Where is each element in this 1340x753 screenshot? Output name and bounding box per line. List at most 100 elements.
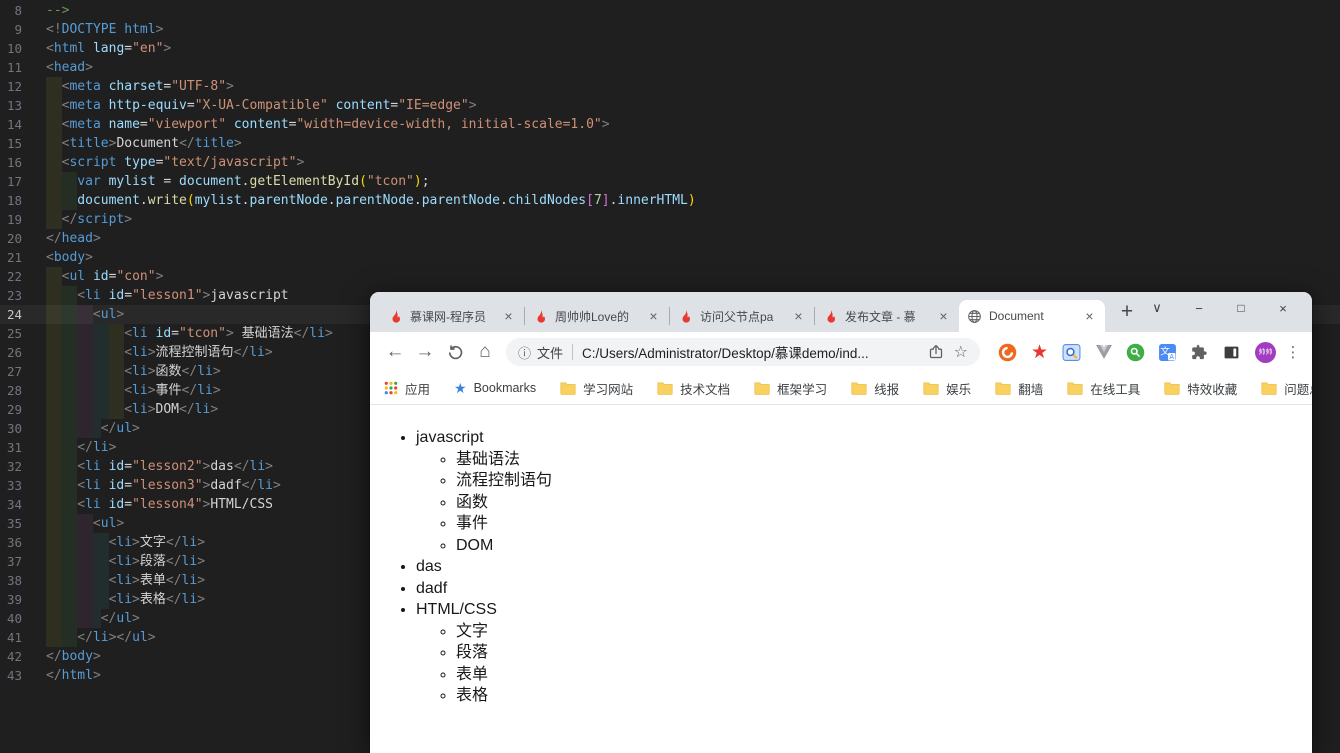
indent-guide (61, 609, 78, 628)
indent-guide (61, 172, 78, 191)
indent-guide (46, 286, 62, 305)
code-line[interactable]: 8 --> (0, 1, 1340, 20)
line-number: 33 (6, 478, 22, 493)
green-search-extension-icon[interactable] (1126, 343, 1145, 362)
line-number: 23 (6, 288, 22, 303)
browser-tab[interactable]: 发布文章 - 慕 × (815, 300, 959, 332)
code-line[interactable]: 14 <meta name="viewport" content="width=d… (0, 115, 1340, 134)
indent-guide (61, 343, 78, 362)
back-button[interactable]: ← (380, 337, 410, 367)
code-line[interactable]: 18 document.write(mylist.parentNode.paren… (0, 191, 1340, 210)
code-line[interactable]: 22 <ul id="con"> (0, 267, 1340, 286)
bookmark-label: 在线工具 (1090, 382, 1141, 397)
window-controls: ∨ − □ × (1136, 295, 1304, 321)
translate-extension-icon[interactable]: 文A (1158, 343, 1177, 362)
bookmark-item[interactable]: 学习网站 (560, 379, 633, 398)
profile-avatar[interactable]: 帅帅 (1255, 341, 1276, 363)
bookmark-item[interactable]: 应用 (384, 379, 430, 398)
reload-icon (448, 344, 462, 359)
bookmark-items: 应用 ★ Bookmarks 学习网站 技术文档 框架学习 线报 娱乐 翻墙 在线工具 特效收藏 问题… (384, 379, 1312, 398)
url-text[interactable]: C:/Users/Administrator/Desktop/慕课demo/in… (582, 342, 869, 362)
code-line[interactable]: 20 </head> (0, 229, 1340, 248)
code-line[interactable]: 9 <!DOCTYPE html> (0, 20, 1340, 39)
browser-tab-active[interactable]: Document × (959, 300, 1105, 332)
page-list-item: 基础语法 (456, 449, 1312, 471)
page-list-item: 文字 (456, 621, 1312, 643)
menu-dots-icon[interactable]: ⋮ (1284, 343, 1302, 361)
maximize-button[interactable]: □ (1220, 295, 1262, 321)
address-bar[interactable]: ⓘ 文件 C:/Users/Administrator/Desktop/慕课de… (506, 338, 980, 366)
minimize-button[interactable]: − (1178, 295, 1220, 321)
indent-guide (46, 438, 62, 457)
close-button[interactable]: × (1262, 295, 1304, 321)
code-line[interactable]: 17 var mylist = document.getElementById("… (0, 172, 1340, 191)
line-number: 42 (6, 649, 22, 664)
code-line[interactable]: 16 <script type="text/javascript"> (0, 153, 1340, 172)
extensions-puzzle-icon[interactable] (1190, 343, 1209, 362)
bookmark-item[interactable]: 问题总结 (1261, 379, 1312, 398)
indent-guide (46, 343, 62, 362)
bookmark-item[interactable]: 娱乐 (923, 379, 971, 398)
indent-guide (108, 343, 125, 362)
tab-capture-extension-icon[interactable] (1222, 343, 1241, 362)
red-star-extension-icon[interactable]: ★ (1030, 343, 1049, 362)
share-icon[interactable] (928, 344, 944, 360)
page-list-item: 段落 (456, 642, 1312, 664)
tabs: 慕课网-程序员 × 周帅帅Love的 × 访问父节点pa × 发布文章 - 慕 × Docume… (380, 300, 1105, 332)
bookmark-label: 特效收藏 (1187, 382, 1238, 397)
code-line[interactable]: 13 <meta http-equiv="X-UA-Compatible" con… (0, 96, 1340, 115)
folder-icon (754, 381, 770, 395)
tab-title: 慕课网-程序员 (410, 309, 486, 324)
indent-guide (92, 533, 109, 552)
indent-guide (46, 628, 62, 647)
indent-guide (61, 305, 78, 324)
line-number: 29 (6, 402, 22, 417)
indent-guide (92, 609, 101, 628)
indent-guide (77, 419, 93, 438)
code-text: </html> (46, 668, 101, 683)
bookmark-item[interactable]: 特效收藏 (1164, 379, 1237, 398)
blue-devtool-extension-icon[interactable] (1062, 343, 1081, 362)
code-line[interactable]: 10 <html lang="en"> (0, 39, 1340, 58)
bookmark-item[interactable]: 框架学习 (754, 379, 827, 398)
orange-circle-extension-icon[interactable] (998, 343, 1017, 362)
tab-close-icon[interactable]: × (646, 308, 661, 324)
bookmark-item[interactable]: 技术文档 (657, 379, 730, 398)
indent-guide (61, 438, 78, 457)
tab-close-icon[interactable]: × (1082, 308, 1097, 324)
page-list-item: 事件 (456, 513, 1312, 535)
bookmark-star-icon[interactable]: ☆ (954, 342, 968, 362)
code-line[interactable]: 11 <head> (0, 58, 1340, 77)
reload-button[interactable] (440, 337, 470, 367)
tab-close-icon[interactable]: × (501, 308, 516, 324)
tab-close-icon[interactable]: × (791, 308, 806, 324)
page-list-item: dadf (416, 578, 1312, 600)
vue-gray-extension-icon[interactable] (1094, 343, 1113, 362)
indent-guide (77, 381, 93, 400)
browser-tab[interactable]: 慕课网-程序员 × (380, 300, 524, 332)
bookmark-item[interactable]: ★ Bookmarks (454, 381, 536, 395)
page-info-icon[interactable]: ⓘ (518, 343, 531, 362)
indent-guide (46, 514, 62, 533)
browser-tab[interactable]: 访问父节点pa × (670, 300, 814, 332)
bookmark-item[interactable]: 线报 (851, 379, 899, 398)
forward-button[interactable]: → (410, 337, 440, 367)
code-line[interactable]: 21 <body> (0, 248, 1340, 267)
code-text: <li id="lesson2">das</li> (46, 457, 273, 476)
line-number: 15 (6, 136, 22, 151)
tab-close-icon[interactable]: × (936, 308, 951, 324)
indent-guide (92, 552, 109, 571)
chevron-down-icon[interactable]: ∨ (1136, 295, 1178, 321)
tab-separator (669, 307, 670, 325)
code-line[interactable]: 19 </script> (0, 210, 1340, 229)
bookmark-item[interactable]: 翻墙 (995, 379, 1043, 398)
indent-guide (61, 419, 78, 438)
home-button[interactable]: ⌂ (470, 337, 500, 367)
browser-tab[interactable]: 周帅帅Love的 × (525, 300, 669, 332)
code-line[interactable]: 15 <title>Document</title> (0, 134, 1340, 153)
bookmark-item[interactable]: 在线工具 (1067, 379, 1140, 398)
line-number: 16 (6, 155, 22, 170)
indent-guide (61, 400, 78, 419)
code-line[interactable]: 12 <meta charset="UTF-8"> (0, 77, 1340, 96)
indent-guide (92, 381, 109, 400)
